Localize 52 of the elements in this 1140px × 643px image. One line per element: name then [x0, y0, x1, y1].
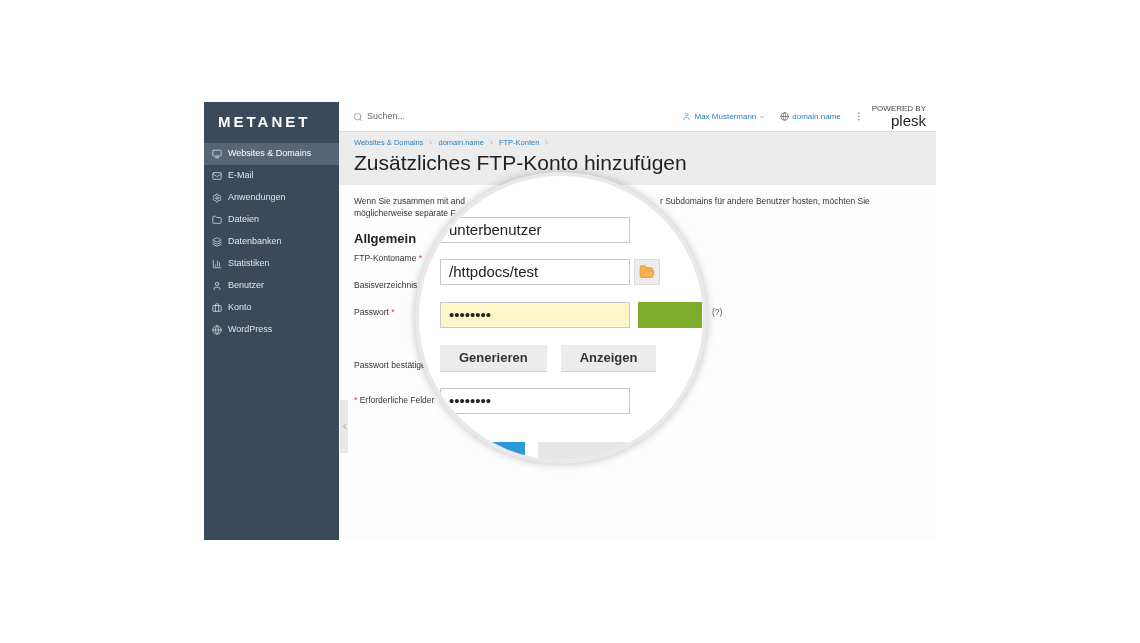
chevron-icon: [427, 139, 435, 147]
input-field[interactable]: /httpdocs/test: [440, 259, 630, 285]
field-label: Basisverzeichnis: [354, 279, 418, 292]
help-link[interactable]: (?): [712, 306, 921, 319]
strength-meter: [638, 302, 702, 328]
input-field[interactable]: ••••••••: [440, 388, 630, 414]
field-label: Passwort *: [354, 306, 395, 319]
input-field[interactable]: ••••••••: [440, 302, 630, 328]
logo-tagline: POWERED BY: [871, 105, 926, 113]
sidebar-item[interactable]: E-Mail: [204, 165, 339, 187]
sidebar-item[interactable]: Benutzer: [204, 275, 339, 297]
chevron-icon: [543, 139, 551, 147]
user-icon: [212, 281, 222, 291]
chart-icon: [212, 259, 222, 269]
section-heading: Allgemein: [354, 230, 417, 245]
intro-text: r Subdomains für andere Benutzer hosten, möchten Sie: [660, 195, 870, 207]
search-field[interactable]: Suchen...: [367, 109, 487, 124]
user-menu[interactable]: Max Mustermann: [694, 110, 757, 123]
sidebar-item[interactable]: Websites & Domains: [204, 143, 339, 165]
sidebar-item[interactable]: Dateien: [204, 209, 339, 231]
mail-icon: [212, 171, 222, 181]
intro-text: Wenn Sie zusammen mit and: [354, 195, 466, 207]
folder-icon: [212, 215, 222, 225]
briefcase-icon: [212, 303, 222, 313]
required-note: * Erforderliche Felder: [354, 394, 435, 407]
sidebar-item[interactable]: Konto: [204, 297, 339, 319]
field-label: FTP-Kontoname *: [354, 252, 423, 265]
search-icon: [353, 111, 363, 122]
monitor-icon: [212, 149, 222, 159]
layers-icon: [212, 237, 222, 247]
chevron-icon: [487, 139, 495, 147]
secondary-button[interactable]: [538, 442, 628, 460]
domain-link[interactable]: domain.name: [792, 110, 841, 123]
sidebar-item[interactable]: WordPress: [204, 319, 339, 341]
globe-icon: [780, 112, 790, 121]
brand-logo: METANET: [217, 111, 312, 132]
sidebar-item[interactable]: Anwendungen: [204, 187, 339, 209]
folder-icon: [639, 264, 655, 280]
input-field[interactable]: unterbenutzer: [440, 217, 630, 243]
action-button[interactable]: Anzeigen: [560, 345, 657, 372]
sidebar-item[interactable]: Statistiken: [204, 253, 339, 275]
user-icon: [682, 112, 692, 121]
gear-icon: [212, 193, 222, 203]
plesk-logo: plesk: [890, 113, 926, 128]
sidebar-item[interactable]: Datenbanken: [204, 231, 339, 253]
globe-icon: [212, 325, 222, 335]
action-button[interactable]: Generieren: [440, 345, 547, 372]
collapse-handle[interactable]: [340, 400, 348, 453]
chevron-icon: [340, 423, 348, 430]
page-title: Zusätzliches FTP-Konto hinzufügen: [354, 150, 688, 177]
browse-button[interactable]: [634, 259, 660, 285]
intro-text: möglicherweise separate F: [354, 207, 457, 219]
